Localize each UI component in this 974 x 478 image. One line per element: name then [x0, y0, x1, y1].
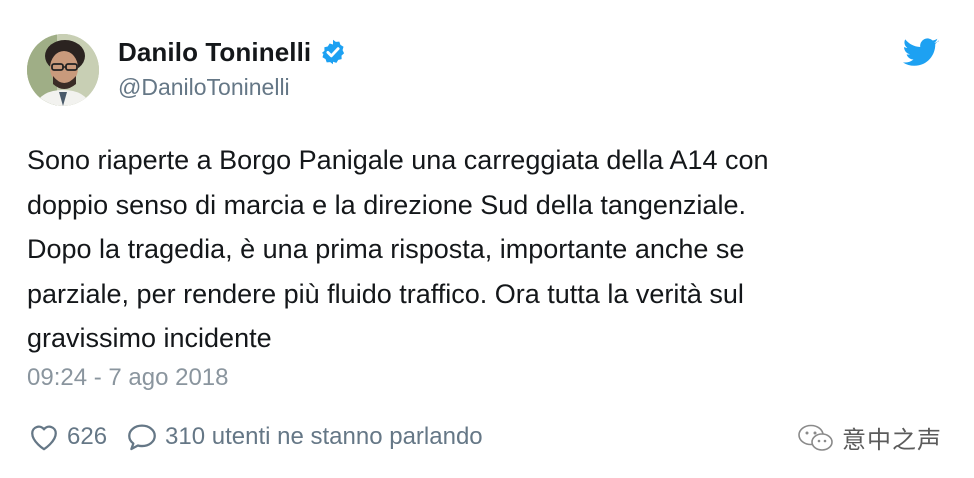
wechat-icon	[796, 422, 836, 454]
watermark: 意中之声	[796, 420, 942, 455]
avatar[interactable]	[27, 34, 99, 106]
author-display-name[interactable]: Danilo Toninelli	[118, 37, 311, 68]
heart-icon[interactable]	[27, 420, 61, 454]
author-handle[interactable]: @DaniloToninelli	[118, 74, 347, 101]
verified-badge-icon	[319, 38, 347, 66]
tweet-timestamp[interactable]: 09:24 - 7 ago 2018	[27, 364, 229, 392]
tweet-card: Danilo Toninelli @DaniloToninelli Sono r…	[0, 0, 974, 478]
conversation-link[interactable]: 310 utenti ne stanno parlando	[125, 420, 483, 454]
tweet-text: Sono riaperte a Borgo Panigale una carre…	[27, 145, 769, 353]
speech-bubble-icon	[125, 420, 159, 454]
avatar-photo	[27, 34, 99, 106]
watermark-label: 意中之声	[842, 426, 942, 454]
like-count: 626	[67, 423, 108, 450]
author-info: Danilo Toninelli @DaniloToninelli	[118, 34, 347, 101]
twitter-bird-icon[interactable]	[903, 38, 939, 68]
display-name-row: Danilo Toninelli	[118, 34, 347, 70]
reply-label: 310 utenti ne stanno parlando	[165, 423, 483, 450]
tweet-actions: 626 310 utenti ne stanno parlando	[27, 418, 483, 456]
